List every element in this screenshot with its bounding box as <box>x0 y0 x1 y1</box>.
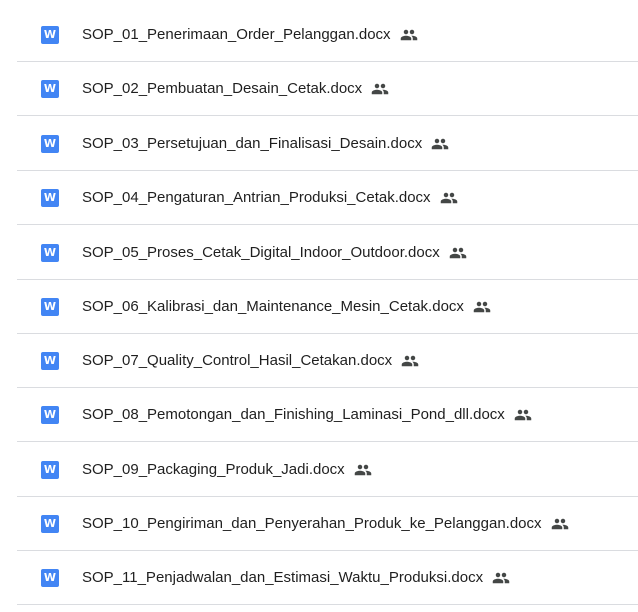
word-doc-icon: W <box>41 460 59 479</box>
file-row[interactable]: W SOP_06_Kalibrasi_dan_Maintenance_Mesin… <box>17 280 638 334</box>
word-doc-icon: W <box>41 351 59 370</box>
word-doc-icon: W <box>41 243 59 262</box>
file-row[interactable]: W SOP_04_Pengaturan_Antrian_Produksi_Cet… <box>17 171 638 225</box>
shared-people-icon <box>371 80 389 98</box>
file-name[interactable]: SOP_08_Pemotongan_dan_Finishing_Laminasi… <box>82 406 505 423</box>
file-row[interactable]: W SOP_02_Pembuatan_Desain_Cetak.docx <box>17 62 638 116</box>
shared-people-icon <box>551 515 569 533</box>
shared-people-icon <box>473 298 491 316</box>
shared-people-icon <box>400 26 418 44</box>
file-row[interactable]: W SOP_10_Pengiriman_dan_Penyerahan_Produ… <box>17 497 638 551</box>
word-doc-icon: W <box>41 25 59 44</box>
file-row[interactable]: W SOP_11_Penjadwalan_dan_Estimasi_Waktu_… <box>17 551 638 605</box>
file-row[interactable]: W SOP_05_Proses_Cetak_Digital_Indoor_Out… <box>17 226 638 280</box>
file-name[interactable]: SOP_02_Pembuatan_Desain_Cetak.docx <box>82 80 362 97</box>
word-doc-icon: W <box>41 405 59 424</box>
file-name[interactable]: SOP_06_Kalibrasi_dan_Maintenance_Mesin_C… <box>82 298 464 315</box>
shared-people-icon <box>401 352 419 370</box>
word-doc-icon: W <box>41 297 59 316</box>
file-name[interactable]: SOP_01_Penerimaan_Order_Pelanggan.docx <box>82 26 391 43</box>
file-name[interactable]: SOP_03_Persetujuan_dan_Finalisasi_Desain… <box>82 135 422 152</box>
shared-people-icon <box>514 406 532 424</box>
word-doc-icon: W <box>41 188 59 207</box>
shared-people-icon <box>440 189 458 207</box>
file-name[interactable]: SOP_10_Pengiriman_dan_Penyerahan_Produk_… <box>82 515 542 532</box>
file-row[interactable]: W SOP_01_Penerimaan_Order_Pelanggan.docx <box>17 8 638 62</box>
word-doc-icon: W <box>41 134 59 153</box>
word-doc-icon: W <box>41 514 59 533</box>
file-list: W SOP_01_Penerimaan_Order_Pelanggan.docx… <box>0 0 638 612</box>
file-name[interactable]: SOP_04_Pengaturan_Antrian_Produksi_Cetak… <box>82 189 431 206</box>
file-row[interactable]: W SOP_03_Persetujuan_dan_Finalisasi_Desa… <box>17 117 638 171</box>
file-row[interactable]: W SOP_09_Packaging_Produk_Jadi.docx <box>17 443 638 497</box>
file-name[interactable]: SOP_11_Penjadwalan_dan_Estimasi_Waktu_Pr… <box>82 569 483 586</box>
word-doc-icon: W <box>41 79 59 98</box>
file-name[interactable]: SOP_07_Quality_Control_Hasil_Cetakan.doc… <box>82 352 392 369</box>
shared-people-icon <box>492 569 510 587</box>
file-row[interactable]: W SOP_07_Quality_Control_Hasil_Cetakan.d… <box>17 334 638 388</box>
shared-people-icon <box>431 135 449 153</box>
shared-people-icon <box>354 461 372 479</box>
word-doc-icon: W <box>41 568 59 587</box>
file-name[interactable]: SOP_05_Proses_Cetak_Digital_Indoor_Outdo… <box>82 244 440 261</box>
file-row[interactable]: W SOP_08_Pemotongan_dan_Finishing_Lamina… <box>17 388 638 442</box>
shared-people-icon <box>449 244 467 262</box>
file-name[interactable]: SOP_09_Packaging_Produk_Jadi.docx <box>82 461 345 478</box>
